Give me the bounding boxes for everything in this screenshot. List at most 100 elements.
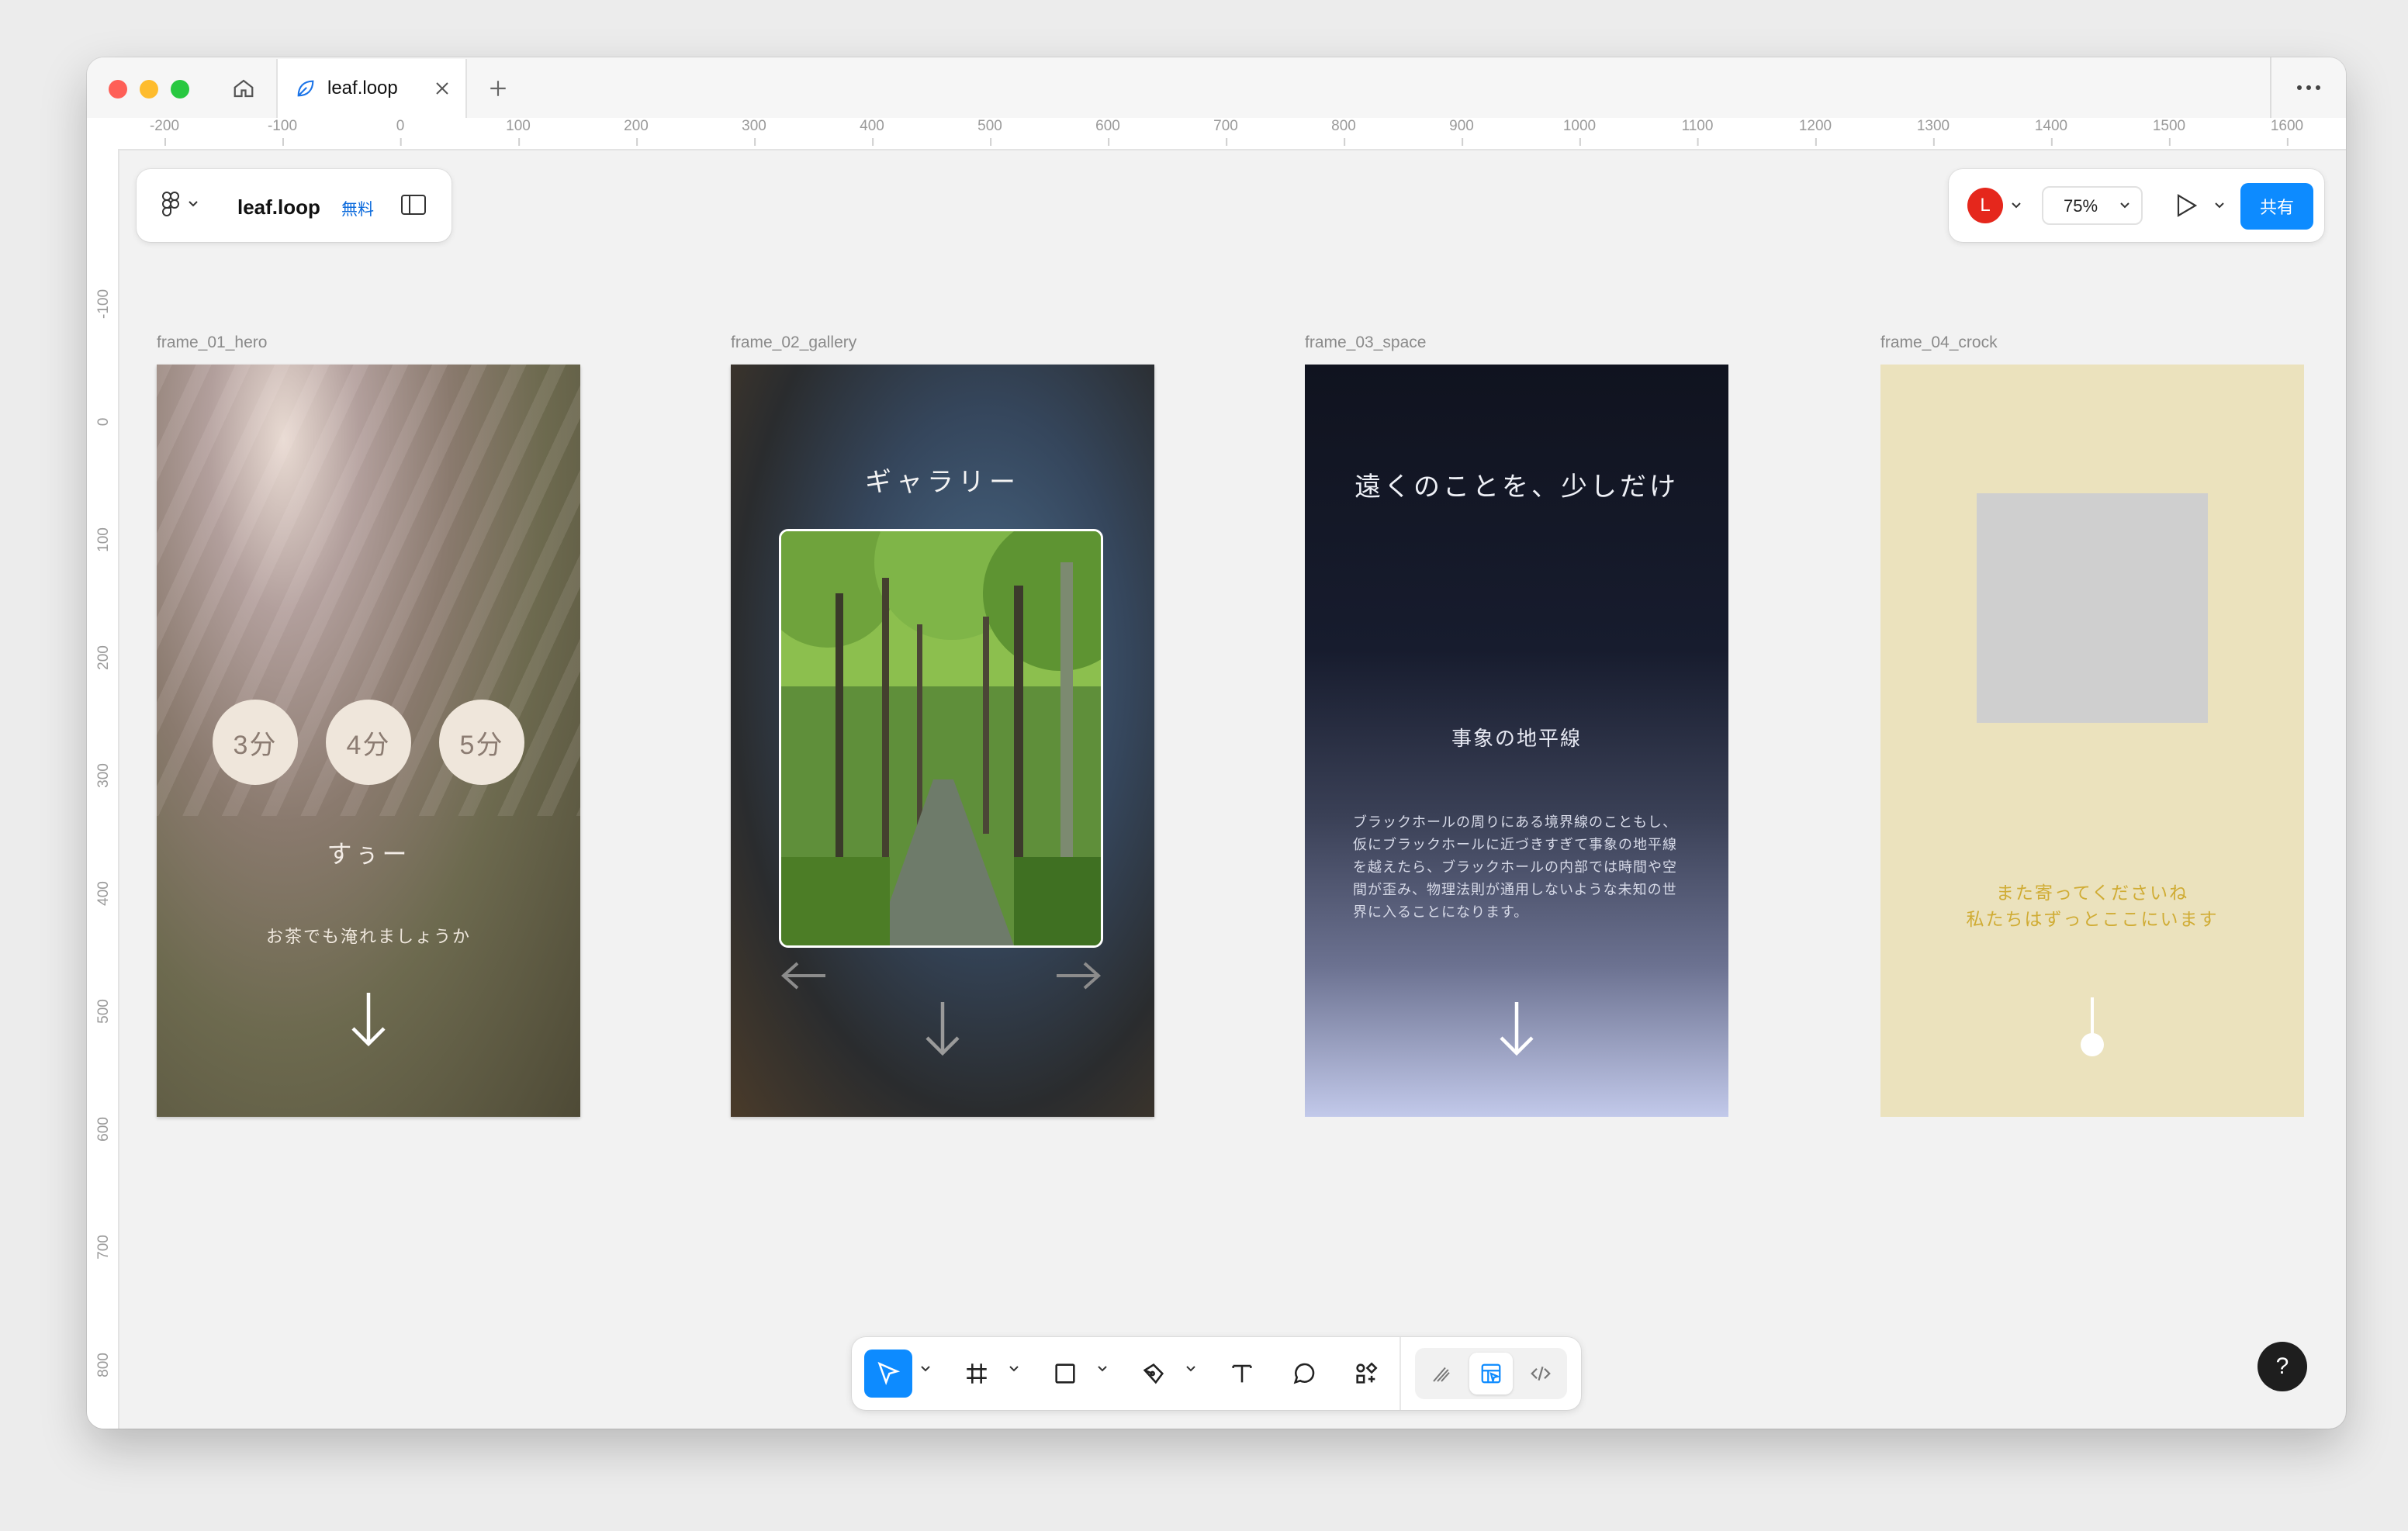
bottom-toolbar [852, 1337, 1581, 1410]
text-tool-button[interactable] [1218, 1350, 1266, 1398]
ruler-tick: 0 [396, 118, 405, 146]
ruler-tick: 600 [1095, 118, 1120, 146]
new-tab-button[interactable] [483, 73, 514, 104]
leaf-file-icon [297, 80, 314, 97]
arrow-right-icon[interactable] [1054, 960, 1103, 991]
draw-pencil-icon [1433, 1367, 1450, 1382]
forest-illustration [781, 531, 1101, 945]
dev-mode-button[interactable] [1519, 1353, 1562, 1394]
move-cursor-icon [877, 1361, 901, 1386]
tab-title: leaf.loop [327, 78, 398, 98]
home-button[interactable] [219, 71, 268, 105]
ruler-tick: 500 [977, 118, 1002, 146]
pendulum-weight [2081, 1033, 2104, 1056]
file-name[interactable]: leaf.loop [237, 195, 320, 219]
frame-label[interactable]: frame_03_space [1305, 334, 1426, 352]
chevron-down-icon[interactable] [920, 1365, 931, 1373]
text-icon [1232, 1364, 1252, 1383]
comment-icon [1293, 1363, 1315, 1384]
components-tool-button[interactable] [1342, 1350, 1390, 1398]
gallery-title: ギャラリー [865, 468, 1020, 497]
ruler-tick: 800 [95, 1353, 112, 1377]
ruler-tick: -200 [149, 118, 180, 146]
pen-icon [1143, 1363, 1164, 1384]
more-menu-button[interactable] [2270, 57, 2346, 118]
share-button[interactable]: 共有 [2240, 183, 2313, 230]
frame-label[interactable]: frame_02_gallery [731, 334, 856, 352]
frame-label[interactable]: frame_01_hero [157, 334, 267, 352]
chevron-down-icon[interactable] [2011, 202, 2022, 209]
ruler-tick: 1500 [2152, 118, 2186, 146]
ruler-tick: 700 [1213, 118, 1238, 146]
design-mode-icon [1481, 1363, 1501, 1384]
frame-hash-icon [967, 1363, 987, 1384]
ruler-tick: 0 [95, 417, 112, 427]
move-tool-button[interactable] [864, 1350, 912, 1398]
file-tab[interactable]: leaf.loop [276, 59, 467, 118]
frame-space[interactable]: 遠くのことを、少しだけ 事象の地平線 ブラックホールの周りにある境界線のこともし… [1305, 365, 1728, 1117]
app-window: leaf.loop -200 -100 0 100 200 300 400 50… [87, 57, 2346, 1429]
chevron-down-icon[interactable] [1185, 1365, 1196, 1373]
ruler-tick: 300 [95, 763, 112, 788]
arrow-down-icon [925, 1002, 960, 1056]
ruler-tick: 1400 [2034, 118, 2068, 146]
code-icon [1531, 1366, 1551, 1381]
hero-subtitle: お茶でも淹れましょうか [265, 927, 471, 946]
chevron-down-icon[interactable] [1009, 1365, 1019, 1373]
ruler-vertical: -100 0 100 200 300 400 500 600 700 800 9… [87, 149, 119, 1429]
time-option-4[interactable]: 4分 [326, 700, 411, 785]
frame-tool-button[interactable] [953, 1350, 1001, 1398]
ruler-tick: 700 [95, 1235, 112, 1260]
chevron-down-icon[interactable] [2214, 202, 2225, 209]
maximize-window-button[interactable] [171, 80, 189, 98]
ruler-tick: 400 [860, 118, 884, 146]
figma-logo-icon [161, 192, 179, 216]
frame-label[interactable]: frame_04_crock [1880, 334, 1998, 352]
chevron-down-icon[interactable] [1097, 1365, 1108, 1373]
pendulum-stem [2091, 997, 2094, 1038]
image-placeholder [1977, 493, 2208, 723]
close-tab-icon[interactable] [433, 79, 452, 98]
forest-path-photo[interactable] [779, 529, 1103, 948]
mode-switcher [1415, 1348, 1567, 1399]
home-icon [234, 79, 254, 98]
sidebar-toggle-icon[interactable] [400, 194, 427, 216]
rectangle-icon [1055, 1363, 1075, 1384]
ruler-tick: 500 [95, 999, 112, 1024]
ruler-tick: -100 [95, 289, 112, 320]
time-option-5[interactable]: 5分 [439, 700, 524, 785]
arrow-left-icon[interactable] [779, 960, 829, 991]
more-icon [2297, 85, 2320, 90]
draw-mode-button[interactable] [1420, 1353, 1463, 1394]
ruler-tick: 200 [624, 118, 649, 146]
minimize-window-button[interactable] [140, 80, 158, 98]
close-window-button[interactable] [109, 80, 127, 98]
present-icon[interactable] [2174, 192, 2199, 219]
crock-message: また寄ってくださいね 私たちはずっとここにいます [1880, 880, 2304, 932]
ruler-horizontal: -200 -100 0 100 200 300 400 500 600 700 … [87, 118, 2346, 150]
comment-tool-button[interactable] [1280, 1350, 1328, 1398]
rectangle-tool-button[interactable] [1041, 1350, 1089, 1398]
ruler-tick: 1300 [1916, 118, 1950, 146]
pen-tool-button[interactable] [1130, 1350, 1178, 1398]
file-panel: leaf.loop 無料 [137, 169, 452, 242]
frame-crock[interactable]: また寄ってくださいね 私たちはずっとここにいます [1880, 365, 2304, 1117]
zoom-select[interactable]: 75% [2042, 186, 2143, 225]
avatar[interactable]: L [1967, 188, 2003, 223]
space-subtitle: 事象の地平線 [1451, 727, 1582, 750]
ruler-tick: -100 [267, 118, 298, 146]
design-mode-button[interactable] [1469, 1353, 1513, 1394]
frame-hero[interactable]: 3分 4分 5分 すぅー お茶でも淹れましょうか [157, 365, 580, 1117]
components-icon [1356, 1362, 1378, 1384]
chevron-down-icon [2120, 202, 2129, 209]
ruler-tick: 100 [506, 118, 531, 146]
ruler-tick: 800 [1331, 118, 1356, 146]
plus-icon [490, 81, 506, 96]
ruler-tick: 1100 [1681, 118, 1714, 146]
top-right-panel: L 75% 共有 [1949, 169, 2324, 242]
help-button[interactable]: ? [2258, 1342, 2307, 1391]
time-option-3[interactable]: 3分 [213, 700, 298, 785]
main-menu-button[interactable] [161, 191, 199, 217]
plan-badge[interactable]: 無料 [341, 197, 374, 220]
frame-gallery[interactable]: ギャラリー [731, 365, 1154, 1117]
